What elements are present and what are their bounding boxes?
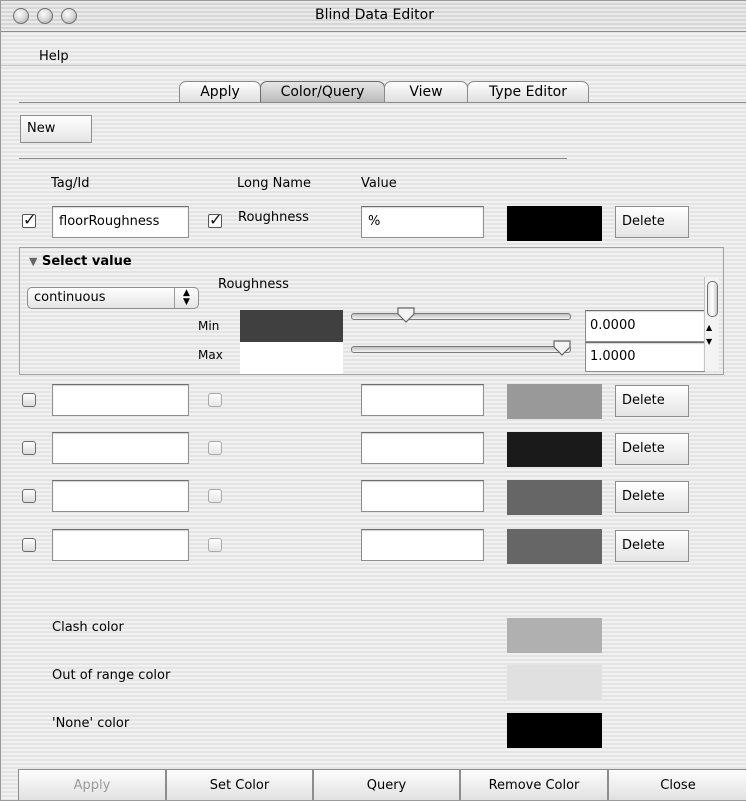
max-slider-track[interactable]	[351, 346, 571, 353]
row1-color-swatch[interactable]	[507, 206, 602, 241]
panel-scrollbar[interactable]: ▲ ▼	[704, 277, 719, 371]
column-header-tag: Tag/Id	[51, 176, 90, 191]
scroll-down-icon[interactable]: ▼	[706, 337, 712, 346]
apply-button[interactable]: Apply	[18, 769, 166, 800]
window-title: Blind Data Editor	[315, 7, 434, 23]
tab-type-editor[interactable]: Type Editor	[467, 81, 589, 103]
column-header-value: Value	[361, 176, 397, 191]
row4-tag-field[interactable]	[52, 480, 189, 512]
tab-divider	[19, 102, 746, 103]
row1-long-name: Roughness	[238, 210, 309, 225]
new-button[interactable]: New	[20, 115, 92, 143]
row5-enable-checkbox[interactable]	[22, 538, 36, 552]
value-mode-dropdown[interactable]: continuous ▲ ▼	[27, 287, 199, 309]
row1-long-name-checkbox[interactable]	[208, 210, 222, 229]
row1-tag-field[interactable]: floorRoughness	[52, 206, 189, 238]
scrollbar-thumb[interactable]	[707, 281, 718, 317]
row2-delete-button[interactable]: Delete	[615, 385, 689, 417]
row3-color-swatch[interactable]	[507, 432, 602, 467]
set-color-button[interactable]: Set Color	[166, 769, 313, 800]
row4-value-field[interactable]	[361, 480, 484, 512]
row5-value-field[interactable]	[361, 529, 484, 561]
title-bar: Blind Data Editor	[1, 1, 746, 32]
scroll-up-icon[interactable]: ▲	[706, 323, 712, 332]
row4-long-name-checkbox[interactable]	[208, 489, 222, 503]
row2-color-swatch[interactable]	[507, 384, 602, 419]
query-button[interactable]: Query	[313, 769, 460, 800]
row3-long-name-checkbox[interactable]	[208, 441, 222, 455]
none-color-swatch[interactable]	[507, 713, 602, 748]
row5-tag-field[interactable]	[52, 529, 189, 561]
max-value-field[interactable]: 1.0000	[585, 342, 705, 372]
select-value-title: Select value	[42, 254, 132, 269]
column-header-long-name: Long Name	[237, 176, 311, 191]
row4-enable-checkbox[interactable]	[22, 489, 36, 503]
row3-delete-button[interactable]: Delete	[615, 433, 689, 465]
remove-color-button[interactable]: Remove Color	[460, 769, 608, 800]
clash-color-swatch[interactable]	[507, 618, 602, 653]
out-of-range-color-swatch[interactable]	[507, 665, 602, 700]
row2-long-name-checkbox[interactable]	[208, 393, 222, 407]
row1-delete-button[interactable]: Delete	[615, 206, 689, 238]
row3-tag-field[interactable]	[52, 432, 189, 464]
attribute-label: Roughness	[218, 277, 289, 292]
row2-value-field[interactable]	[361, 384, 484, 416]
max-color-swatch[interactable]	[240, 342, 343, 374]
tab-view[interactable]: View	[384, 81, 468, 103]
row2-tag-field[interactable]	[52, 384, 189, 416]
clash-color-label: Clash color	[52, 620, 124, 635]
max-label: Max	[198, 348, 223, 362]
min-value-field[interactable]: 0.0000	[585, 310, 705, 342]
row1-value-field[interactable]: %	[361, 206, 484, 238]
menu-help[interactable]: Help	[39, 49, 69, 64]
out-of-range-color-label: Out of range color	[52, 668, 171, 683]
menu-bar	[1, 45, 746, 66]
min-label: Min	[198, 319, 220, 333]
row3-enable-checkbox[interactable]	[22, 441, 36, 455]
row5-long-name-checkbox[interactable]	[208, 538, 222, 552]
row3-value-field[interactable]	[361, 432, 484, 464]
tab-color-query[interactable]: Color/Query	[260, 81, 385, 103]
value-mode-dropdown-label: continuous	[34, 290, 106, 305]
min-slider-thumb[interactable]	[396, 306, 416, 324]
min-color-swatch[interactable]	[240, 310, 343, 342]
row5-delete-button[interactable]: Delete	[615, 530, 689, 562]
close-button[interactable]: Close	[608, 769, 746, 800]
min-slider-track[interactable]	[351, 313, 571, 320]
row2-enable-checkbox[interactable]	[22, 393, 36, 407]
separator	[19, 158, 567, 159]
disclosure-triangle-icon[interactable]: ▼	[29, 255, 37, 268]
none-color-label: 'None' color	[52, 716, 130, 731]
blind-data-editor-window: Blind Data Editor Help Apply Color/Query…	[0, 0, 746, 801]
select-value-header[interactable]: ▼ Select value	[29, 254, 132, 269]
row4-color-swatch[interactable]	[507, 480, 602, 515]
row1-enable-checkbox[interactable]	[22, 210, 36, 229]
tab-apply[interactable]: Apply	[179, 81, 261, 103]
row4-delete-button[interactable]: Delete	[615, 481, 689, 513]
dropdown-arrows-icon: ▲ ▼	[174, 288, 198, 308]
max-slider-thumb[interactable]	[552, 339, 572, 357]
row5-color-swatch[interactable]	[507, 529, 602, 564]
